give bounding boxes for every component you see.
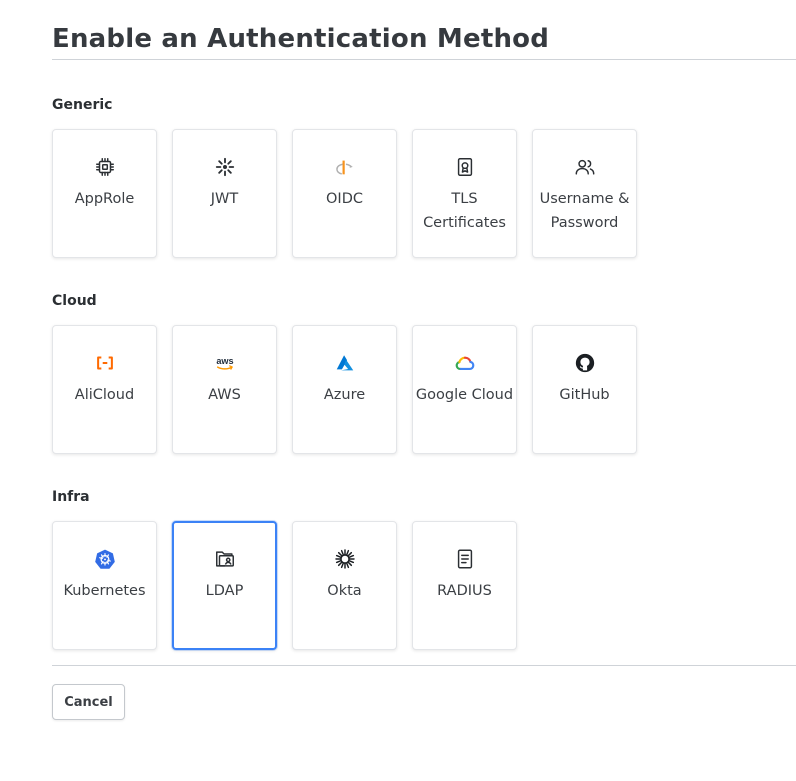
method-label: Okta <box>327 583 362 599</box>
generic-methods-grid: AppRole JWT OIDC TLS Certificates Userna… <box>52 129 637 258</box>
method-label: Kubernetes <box>63 583 146 599</box>
page-title: Enable an Authentication Method <box>52 24 550 54</box>
method-card-alicloud[interactable]: AliCloud <box>52 325 157 454</box>
aws-icon: aws <box>213 351 237 375</box>
method-label: AWS <box>208 387 241 403</box>
method-card-kubernetes[interactable]: Kubernetes <box>52 521 157 650</box>
method-card-approle[interactable]: AppRole <box>52 129 157 258</box>
auth-method-page: Enable an Authentication Method Generic … <box>0 0 796 781</box>
method-card-username-password[interactable]: Username & Password <box>532 129 637 258</box>
method-label: Azure <box>323 387 366 403</box>
method-label: RADIUS <box>437 583 492 599</box>
method-card-google-cloud[interactable]: Google Cloud <box>412 325 517 454</box>
okta-icon <box>333 547 357 571</box>
title-divider <box>52 59 796 60</box>
ldap-folder-icon <box>213 547 237 571</box>
section-label-infra: Infra <box>52 489 90 505</box>
google-cloud-icon <box>453 351 477 375</box>
method-card-radius[interactable]: RADIUS <box>412 521 517 650</box>
method-label: AppRole <box>74 191 135 207</box>
svg-text:aws: aws <box>216 356 233 366</box>
method-label: Username & Password <box>539 191 630 231</box>
alicloud-icon <box>93 351 117 375</box>
infra-methods-grid: Kubernetes LDAP Okta RADIUS <box>52 521 517 650</box>
method-label: OIDC <box>326 191 363 207</box>
method-card-oidc[interactable]: OIDC <box>292 129 397 258</box>
certificate-icon <box>453 155 477 179</box>
openid-icon <box>333 155 357 179</box>
section-label-cloud: Cloud <box>52 293 97 309</box>
method-card-ldap[interactable]: LDAP <box>172 521 277 650</box>
radius-file-icon <box>453 547 477 571</box>
cloud-methods-grid: AliCloud aws AWS Azure Google Cloud GitH… <box>52 325 637 454</box>
method-label: GitHub <box>559 387 610 403</box>
method-card-github[interactable]: GitHub <box>532 325 637 454</box>
users-icon <box>573 155 597 179</box>
jwt-icon <box>213 155 237 179</box>
section-label-generic: Generic <box>52 97 113 113</box>
footer-divider <box>52 665 796 666</box>
method-card-tls-certificates[interactable]: TLS Certificates <box>412 129 517 258</box>
azure-icon <box>333 351 357 375</box>
method-card-jwt[interactable]: JWT <box>172 129 277 258</box>
method-label: AliCloud <box>74 387 135 403</box>
method-card-okta[interactable]: Okta <box>292 521 397 650</box>
method-card-aws[interactable]: aws AWS <box>172 325 277 454</box>
method-card-azure[interactable]: Azure <box>292 325 397 454</box>
method-label: Google Cloud <box>415 387 514 403</box>
chip-icon <box>93 155 117 179</box>
cancel-button[interactable]: Cancel <box>52 684 125 720</box>
method-label: TLS Certificates <box>423 191 506 231</box>
method-label: LDAP <box>205 583 244 599</box>
github-icon <box>573 351 597 375</box>
kubernetes-icon <box>93 547 117 571</box>
method-label: JWT <box>210 191 239 207</box>
